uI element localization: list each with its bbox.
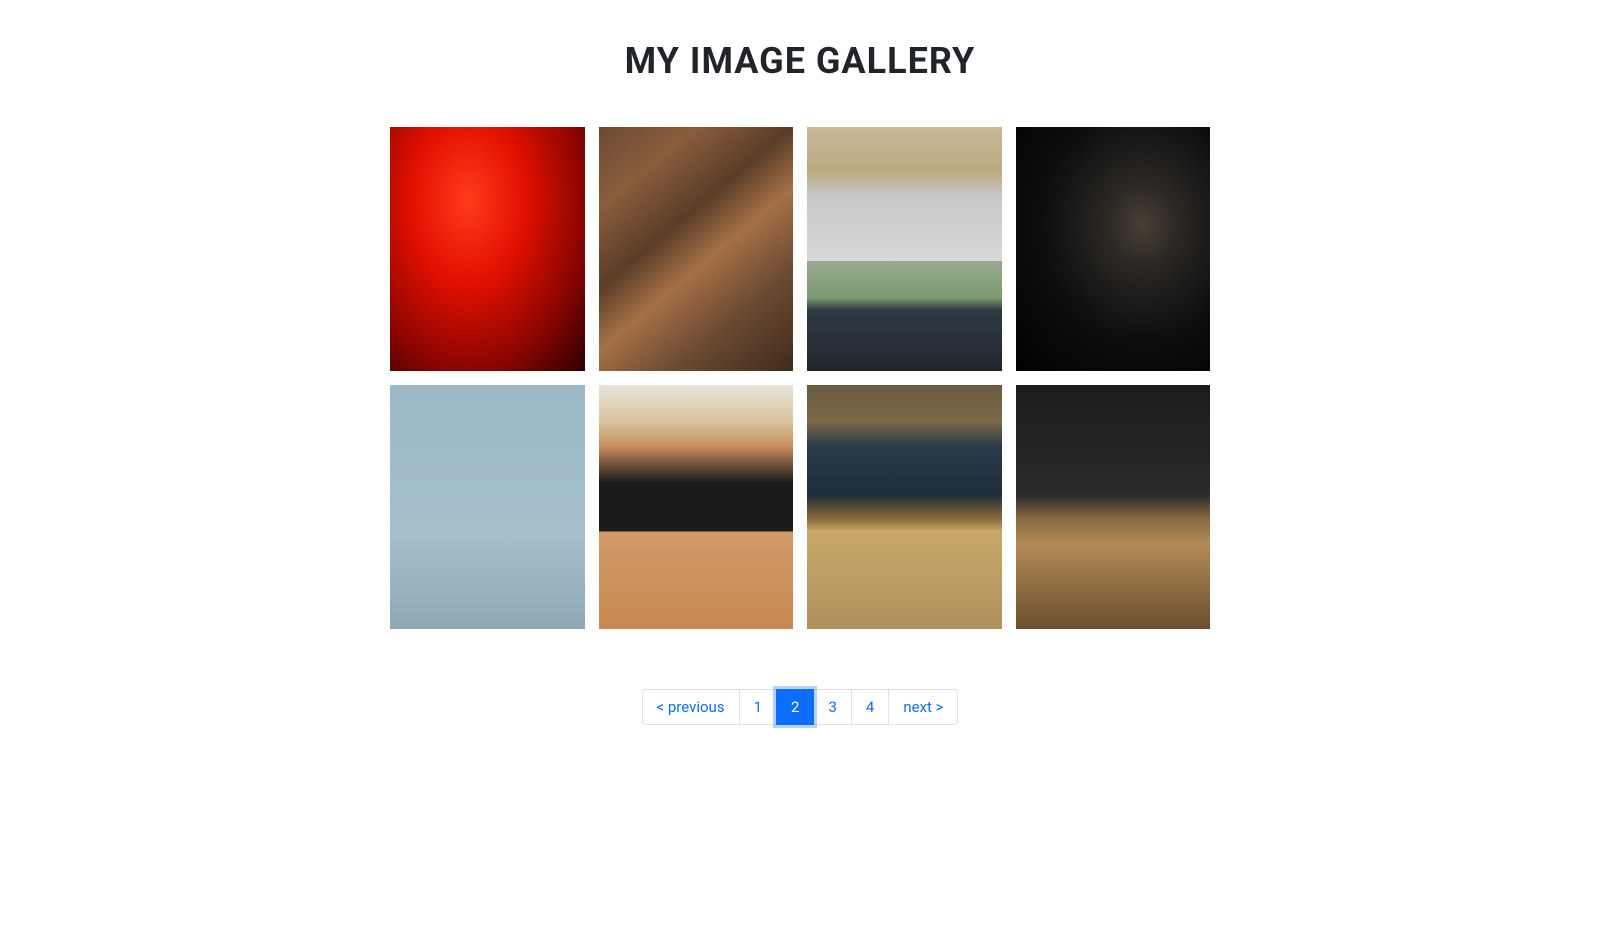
image-grid	[390, 127, 1210, 629]
pagination: < previous 1 2 3 4 next >	[220, 689, 1380, 725]
gallery-container: MY IMAGE GALLERY < previous 1 2 3 4 next…	[200, 0, 1400, 765]
gallery-image[interactable]	[390, 127, 585, 371]
gallery-image[interactable]	[1016, 385, 1211, 629]
pagination-next-button[interactable]: next >	[888, 689, 958, 725]
gallery-image[interactable]	[599, 385, 794, 629]
pagination-page-2-button[interactable]: 2	[776, 689, 814, 725]
pagination-page-3-button[interactable]: 3	[813, 689, 851, 725]
gallery-image[interactable]	[807, 385, 1002, 629]
pagination-previous-button[interactable]: < previous	[642, 689, 740, 725]
page-title: MY IMAGE GALLERY	[220, 40, 1380, 82]
gallery-image[interactable]	[599, 127, 794, 371]
gallery-image[interactable]	[807, 127, 1002, 371]
pagination-page-1-button[interactable]: 1	[739, 689, 777, 725]
pagination-page-4-button[interactable]: 4	[851, 689, 889, 725]
gallery-image[interactable]	[1016, 127, 1211, 371]
gallery-image[interactable]	[390, 385, 585, 629]
